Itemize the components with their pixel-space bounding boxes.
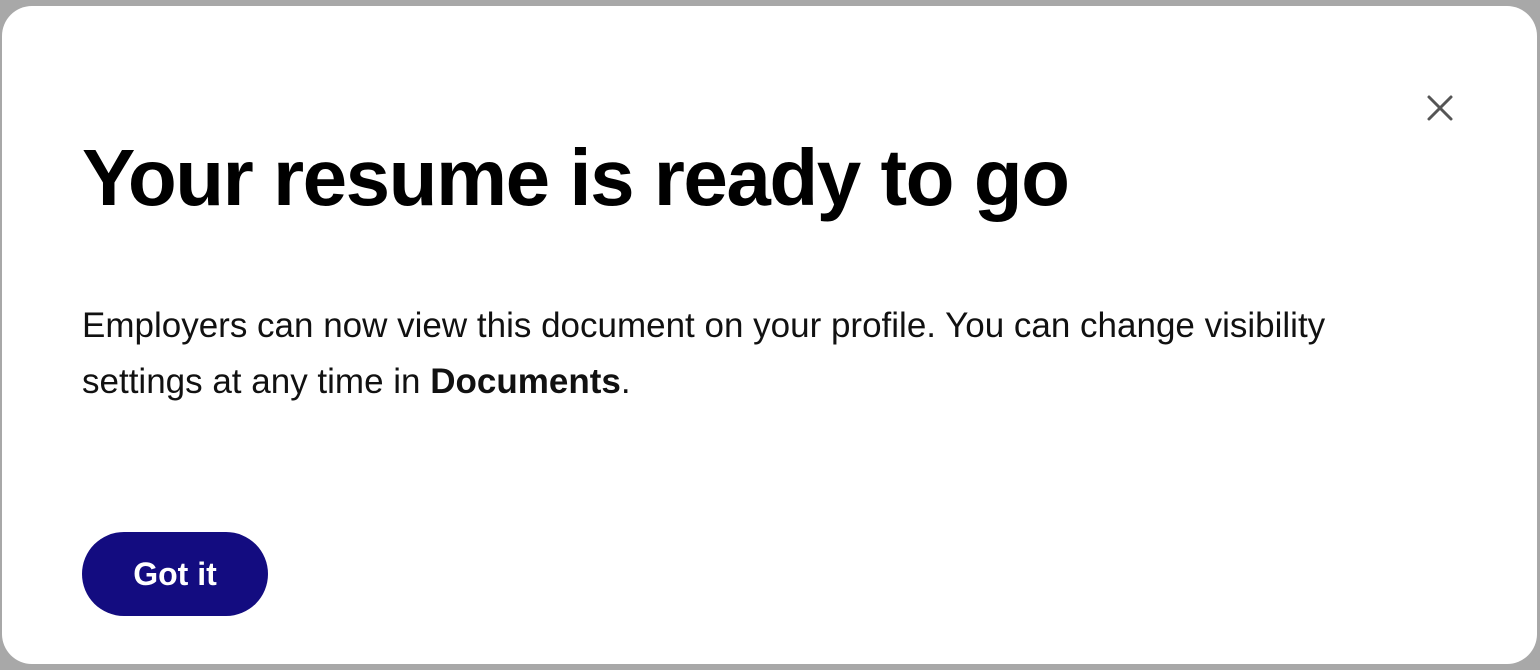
dialog-message-end: .: [620, 362, 631, 401]
dialog-title: Your resume is ready to go: [82, 133, 1070, 222]
resume-ready-dialog: Your resume is ready to go Employers can…: [2, 6, 1537, 664]
dialog-message-text: Employers can now view this document on …: [82, 306, 1326, 401]
documents-emphasis: Documents: [430, 362, 621, 401]
close-button[interactable]: [1420, 88, 1460, 128]
close-icon: [1427, 95, 1453, 121]
got-it-button[interactable]: Got it: [82, 532, 268, 616]
dialog-message: Employers can now view this document on …: [82, 298, 1422, 410]
